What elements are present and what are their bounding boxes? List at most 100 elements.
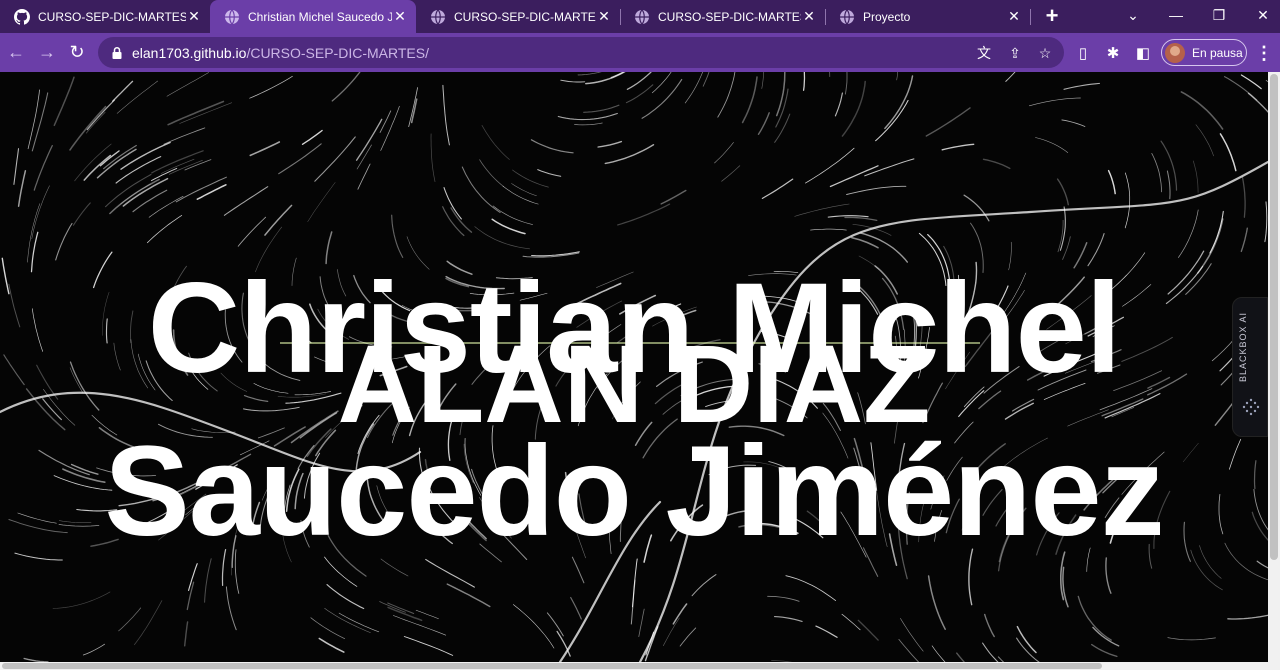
flow-streak [134, 600, 163, 646]
url-path: /CURSO-SEP-DIC-MARTES/ [246, 44, 429, 61]
extension-doc-icon[interactable]: ▯ [1073, 43, 1093, 63]
flow-streak [186, 581, 195, 611]
flow-streak [829, 72, 831, 77]
tab-0[interactable]: CURSO-SEP-DIC-MARTES/in ✕ [0, 0, 210, 33]
flow-streak [1160, 140, 1178, 191]
tab-3[interactable]: CURSO-SEP-DIC-MARTES | A ✕ [620, 0, 825, 33]
bookmark-star-icon[interactable]: ☆ [1036, 44, 1054, 62]
flow-streak [310, 617, 346, 640]
flow-streak [761, 178, 794, 200]
flow-streak [83, 154, 112, 181]
flow-streak [927, 575, 946, 630]
blackbox-ai-widget[interactable]: BLACKBOX AI [1232, 297, 1268, 437]
flow-streak [318, 637, 345, 653]
flow-streak [679, 627, 697, 647]
tab-search-icon[interactable]: ⌄ [1119, 4, 1147, 26]
close-tab-icon[interactable]: ✕ [186, 8, 202, 25]
flow-streak [574, 122, 603, 126]
flow-streak [85, 111, 106, 134]
flow-streak [941, 143, 975, 151]
flow-streak [387, 606, 423, 622]
flow-streak [1219, 133, 1237, 172]
flow-streak [31, 92, 49, 152]
flow-streak [1247, 92, 1268, 113]
flow-streak [446, 583, 491, 608]
horizontal-scroll-thumb[interactable] [2, 663, 1102, 669]
tab-title: CURSO-SEP-DIC-MARTES/in [38, 9, 186, 24]
menu-kebab-icon[interactable]: ⋮ [1255, 42, 1273, 64]
flow-streak [546, 612, 564, 637]
flow-streak [237, 216, 267, 247]
tab-4[interactable]: Proyecto ✕ [825, 0, 1030, 33]
back-button[interactable]: ← [4, 40, 28, 64]
flow-streak [898, 638, 920, 662]
tab-1[interactable]: Christian Michel Saucedo Jim ✕ [210, 0, 416, 33]
close-tab-icon[interactable]: ✕ [801, 8, 817, 25]
flow-streak [307, 182, 336, 222]
flow-streak [301, 129, 323, 145]
flow-streak [249, 75, 293, 99]
flow-streak [166, 72, 209, 97]
flow-streak [1091, 643, 1118, 658]
flow-streak [1241, 176, 1246, 218]
close-tab-icon[interactable]: ✕ [1006, 8, 1022, 25]
flow-streak [225, 586, 237, 631]
flow-streak [1057, 219, 1064, 253]
flow-streak [556, 630, 571, 657]
flow-streak [570, 596, 582, 620]
flow-streak [851, 236, 879, 249]
flow-streak [815, 625, 838, 638]
flow-streak [684, 72, 704, 104]
close-tab-icon[interactable]: ✕ [596, 8, 612, 25]
restore-button[interactable]: ❐ [1205, 4, 1233, 26]
vertical-scroll-thumb[interactable] [1270, 74, 1278, 560]
url-host: elan1703.github.io [132, 44, 247, 61]
flow-streak [982, 642, 999, 662]
flow-streak [52, 591, 111, 609]
flow-streak [597, 140, 623, 148]
tab-title: Christian Michel Saucedo Jim [248, 9, 392, 24]
close-tab-icon[interactable]: ✕ [392, 8, 408, 25]
browser-toolbar: ← → ↻ elan1703.github.io/CURSO-SEP-DIC-M… [0, 33, 1280, 72]
flow-streak [1240, 74, 1262, 90]
avatar [1165, 42, 1185, 63]
flow-streak [196, 184, 227, 200]
flow-streak [474, 226, 530, 250]
flow-streak [148, 195, 184, 218]
flow-streak [278, 143, 322, 175]
flow-streak [27, 89, 40, 150]
vertical-scrollbar[interactable] [1268, 72, 1280, 662]
flow-streak [1192, 160, 1199, 193]
flow-streak [1016, 637, 1040, 662]
share-icon[interactable]: ⇪ [1006, 44, 1024, 62]
flow-streak [617, 203, 671, 226]
profile-button[interactable]: En pausa [1161, 39, 1247, 66]
new-tab-button[interactable]: + [1040, 3, 1064, 28]
flow-streak [403, 636, 454, 656]
flow-streak [118, 607, 142, 632]
flow-streak [511, 183, 537, 197]
close-window-button[interactable]: ✕ [1249, 4, 1277, 26]
side-panel-icon[interactable]: ◧ [1133, 43, 1153, 63]
flow-streak [33, 144, 53, 191]
minimize-button[interactable]: — [1162, 4, 1190, 26]
address-bar[interactable]: elan1703.github.io/CURSO-SEP-DIC-MARTES/… [98, 37, 1064, 68]
tab-strip: CURSO-SEP-DIC-MARTES/in ✕ Christian Mich… [0, 0, 1280, 33]
flow-streak [122, 177, 169, 207]
flow-streak [264, 204, 293, 236]
flow-streak [1105, 557, 1112, 594]
forward-button[interactable]: → [35, 40, 59, 64]
flow-streak [721, 165, 741, 182]
flow-streak [1124, 172, 1131, 229]
flow-streak [179, 102, 233, 124]
flow-streak [1035, 137, 1069, 153]
translate-icon[interactable]: ⽂ [975, 44, 993, 62]
flow-streak [630, 579, 636, 625]
horizontal-scrollbar[interactable] [0, 662, 1280, 670]
reload-button[interactable]: ↻ [65, 40, 89, 64]
extensions-puzzle-icon[interactable]: ✱ [1103, 43, 1123, 63]
flow-streak [1180, 91, 1224, 130]
flow-streak [1063, 82, 1101, 90]
tab-2[interactable]: CURSO-SEP-DIC-MARTES | A ✕ [416, 0, 620, 33]
flow-streak [1256, 560, 1268, 569]
